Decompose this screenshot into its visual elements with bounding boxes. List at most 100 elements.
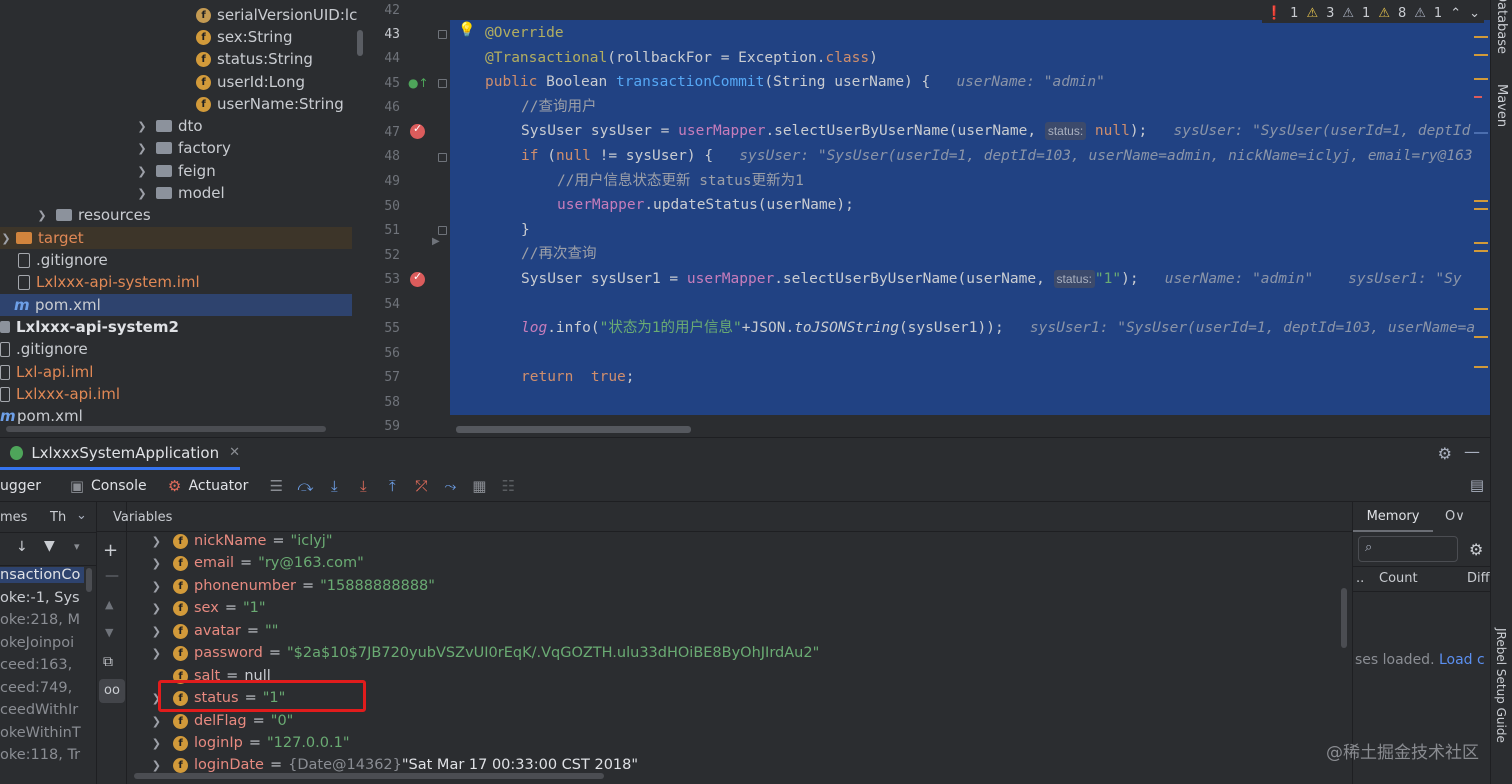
fold-icon[interactable]	[438, 30, 447, 39]
variable-row[interactable]: ❯ f loginIp = "127.0.0.1"	[127, 732, 350, 754]
chevron-down-icon[interactable]: ⌄	[76, 508, 87, 523]
tree-item[interactable]: ❯ target	[0, 227, 352, 249]
stripe-mark[interactable]	[1474, 208, 1488, 210]
stripe-mark[interactable]	[1474, 96, 1482, 98]
column-header[interactable]: Count	[1379, 571, 1418, 586]
stripe-mark[interactable]	[1474, 200, 1488, 202]
chevron-right-icon[interactable]: ❯	[34, 209, 50, 222]
chevron-right-icon[interactable]: ❯	[127, 602, 173, 615]
vertical-scrollbar[interactable]	[1341, 588, 1347, 648]
maven-tool-tab[interactable]: Maven	[1494, 84, 1509, 127]
tree-item[interactable]: f sex:String	[196, 26, 292, 48]
chevron-up-icon[interactable]: ⌃	[1450, 6, 1461, 21]
gear-icon[interactable]: ⚙	[1438, 444, 1452, 463]
memory-search-input[interactable]: ⌕	[1358, 536, 1458, 562]
error-stripe[interactable]	[1470, 36, 1488, 376]
remove-icon[interactable]: —	[105, 568, 119, 584]
chevron-right-icon[interactable]: ❯	[127, 535, 173, 548]
bulb-icon[interactable]: 💡	[458, 22, 475, 38]
jrebel-tool-tab[interactable]: JRebel Setup Guide	[1494, 628, 1508, 743]
variable-row[interactable]: ❯ f password = "$2a$10$7JB720yubVSZvUI0rEqK/…	[127, 642, 819, 664]
tree-item[interactable]: Lxlxxx-api-system.iml	[18, 271, 200, 293]
step-into-icon[interactable]: ⤓	[324, 477, 344, 495]
vertical-scrollbar[interactable]	[357, 30, 363, 56]
drop-frame-icon[interactable]: ⤱	[411, 477, 431, 495]
tree-item[interactable]: .gitignore	[0, 338, 88, 360]
horizontal-scrollbar[interactable]	[134, 773, 604, 779]
breakpoint-icon[interactable]	[410, 122, 425, 139]
stack-frame[interactable]: ceed:749,	[0, 680, 72, 696]
stripe-mark[interactable]	[1474, 36, 1488, 38]
load-classes-link[interactable]: Load c	[1439, 652, 1485, 668]
variable-row[interactable]: ❯ f delFlag = "0"	[127, 710, 294, 732]
tree-item[interactable]: Lxlxxx-api.iml	[0, 383, 120, 405]
chevron-right-icon[interactable]: ❯	[134, 165, 150, 178]
step-out-icon[interactable]: ⤒	[382, 477, 402, 495]
restore-layout-icon[interactable]: ▤	[1470, 476, 1484, 494]
tree-item[interactable]: .gitignore	[18, 249, 108, 271]
breakpoint-icon[interactable]	[410, 270, 425, 287]
chevron-right-icon[interactable]: ❯	[127, 580, 173, 593]
tree-item[interactable]: f userId:Long	[196, 71, 305, 93]
glasses-icon[interactable]: oo	[99, 679, 125, 703]
stack-frame[interactable]: ceedWithIr	[0, 702, 78, 718]
debugger-tab[interactable]: ugger	[0, 478, 41, 494]
stack-frame[interactable]: oke:-1, Sys	[0, 590, 80, 606]
horizontal-scrollbar[interactable]	[6, 426, 326, 432]
force-step-into-icon[interactable]: ⤓	[353, 477, 373, 495]
overhead-tab[interactable]: O∨	[1445, 509, 1465, 524]
memory-tab[interactable]: Memory	[1353, 502, 1433, 532]
stack-frame[interactable]: okeJoinpoi	[0, 635, 74, 651]
chevron-right-icon[interactable]: ❯	[134, 120, 150, 133]
threads-tab[interactable]: Th	[50, 510, 66, 525]
arrow-down-icon[interactable]: ↓	[16, 539, 28, 555]
stack-frame[interactable]: okeWithinT	[0, 725, 81, 741]
minimize-icon[interactable]: —	[1464, 442, 1480, 461]
gear-icon[interactable]: ⚙	[1469, 540, 1483, 559]
inspections-widget[interactable]: ❗ 1 ⚠ 3 ⚠ 1 ⚠ 8 ⚠ 1 ⌃ ⌄	[1261, 4, 1484, 23]
variable-row[interactable]: ❯ f nickName = "iclyj"	[127, 532, 333, 552]
stripe-mark[interactable]	[1474, 308, 1488, 310]
tree-item[interactable]: ❯ feign	[134, 160, 215, 182]
tree-item[interactable]: ❯ resources	[34, 204, 150, 226]
tree-item[interactable]: ❯ factory	[134, 137, 230, 159]
column-header[interactable]: ..	[1356, 571, 1364, 586]
database-tool-tab[interactable]: Database	[1494, 0, 1509, 54]
stack-frame[interactable]: oke:118, Tr	[0, 747, 80, 763]
move-up-icon[interactable]: ▲	[105, 598, 113, 611]
chevron-right-icon[interactable]: ❯	[127, 759, 173, 772]
step-over-icon[interactable]: ⤼	[295, 477, 315, 495]
run-to-cursor-icon[interactable]: ⤳	[440, 477, 460, 495]
frames-tab[interactable]: mes	[0, 510, 27, 525]
filter-icon[interactable]: ▼	[44, 538, 55, 554]
tree-item[interactable]: ❯ model	[134, 182, 224, 204]
tree-item[interactable]: f userName:String	[196, 93, 344, 115]
run-config-tab[interactable]: LxlxxxSystemApplication ✕	[0, 438, 240, 470]
trace-icon[interactable]: ☷	[498, 477, 518, 495]
fold-icon[interactable]	[438, 79, 447, 88]
tree-item[interactable]: Lxlxxx-api-system2	[0, 316, 179, 338]
chevron-right-icon[interactable]: ❯	[0, 232, 12, 245]
fold-icon[interactable]	[438, 153, 447, 162]
stripe-mark[interactable]	[1474, 336, 1488, 338]
stripe-mark[interactable]	[1474, 242, 1488, 244]
evaluate-icon[interactable]: ▦	[469, 477, 489, 495]
variable-row[interactable]: ❯ f email = "ry@163.com"	[127, 552, 364, 574]
variable-row[interactable]: ❯ f avatar = ""	[127, 620, 279, 642]
variable-row[interactable]: ❯ f sex = "1"	[127, 597, 266, 619]
stripe-mark[interactable]	[1474, 54, 1488, 56]
tree-item[interactable]: m pom.xml	[0, 405, 83, 427]
stack-frame[interactable]: oke:218, M	[0, 612, 80, 628]
code-editor[interactable]: 💡 @Override @Transactional(rollbackFor =…	[450, 0, 1490, 436]
fold-icon[interactable]	[438, 226, 447, 235]
tree-item[interactable]: m pom.xml	[0, 294, 352, 316]
column-header[interactable]: Diff	[1467, 571, 1490, 586]
chevron-right-icon[interactable]: ❯	[134, 187, 150, 200]
stack-frame[interactable]: nsactionCo	[0, 567, 84, 583]
chevron-right-icon[interactable]: ❯	[127, 557, 173, 570]
tree-item[interactable]: f status:String	[196, 48, 313, 70]
stack-frame[interactable]: ceed:163,	[0, 657, 72, 673]
chevron-down-icon[interactable]: ▾	[74, 540, 80, 553]
stripe-mark[interactable]	[1474, 366, 1488, 368]
variable-row[interactable]: ❯ f phonenumber = "15888888888"	[127, 575, 435, 597]
